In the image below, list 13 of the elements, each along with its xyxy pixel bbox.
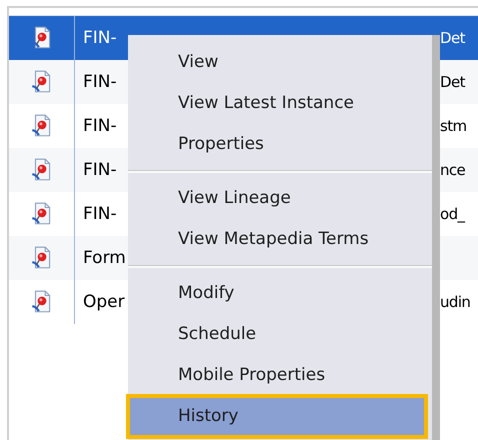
report-detail: od_ [440,205,464,223]
report-name: FIN- [83,72,117,92]
report-detail: Det [440,29,465,47]
report-detail: udin [440,293,470,311]
report-name: FIN- [83,160,117,180]
report-detail: stm [440,117,467,135]
report-detail: Det [440,73,465,91]
report-name: FIN- [83,28,117,48]
report-name: FIN- [83,204,117,224]
report-name: FIN- [83,116,117,136]
report-detail: nce [440,161,466,179]
report-name: Form [83,248,126,268]
report-name: Oper [83,292,125,312]
